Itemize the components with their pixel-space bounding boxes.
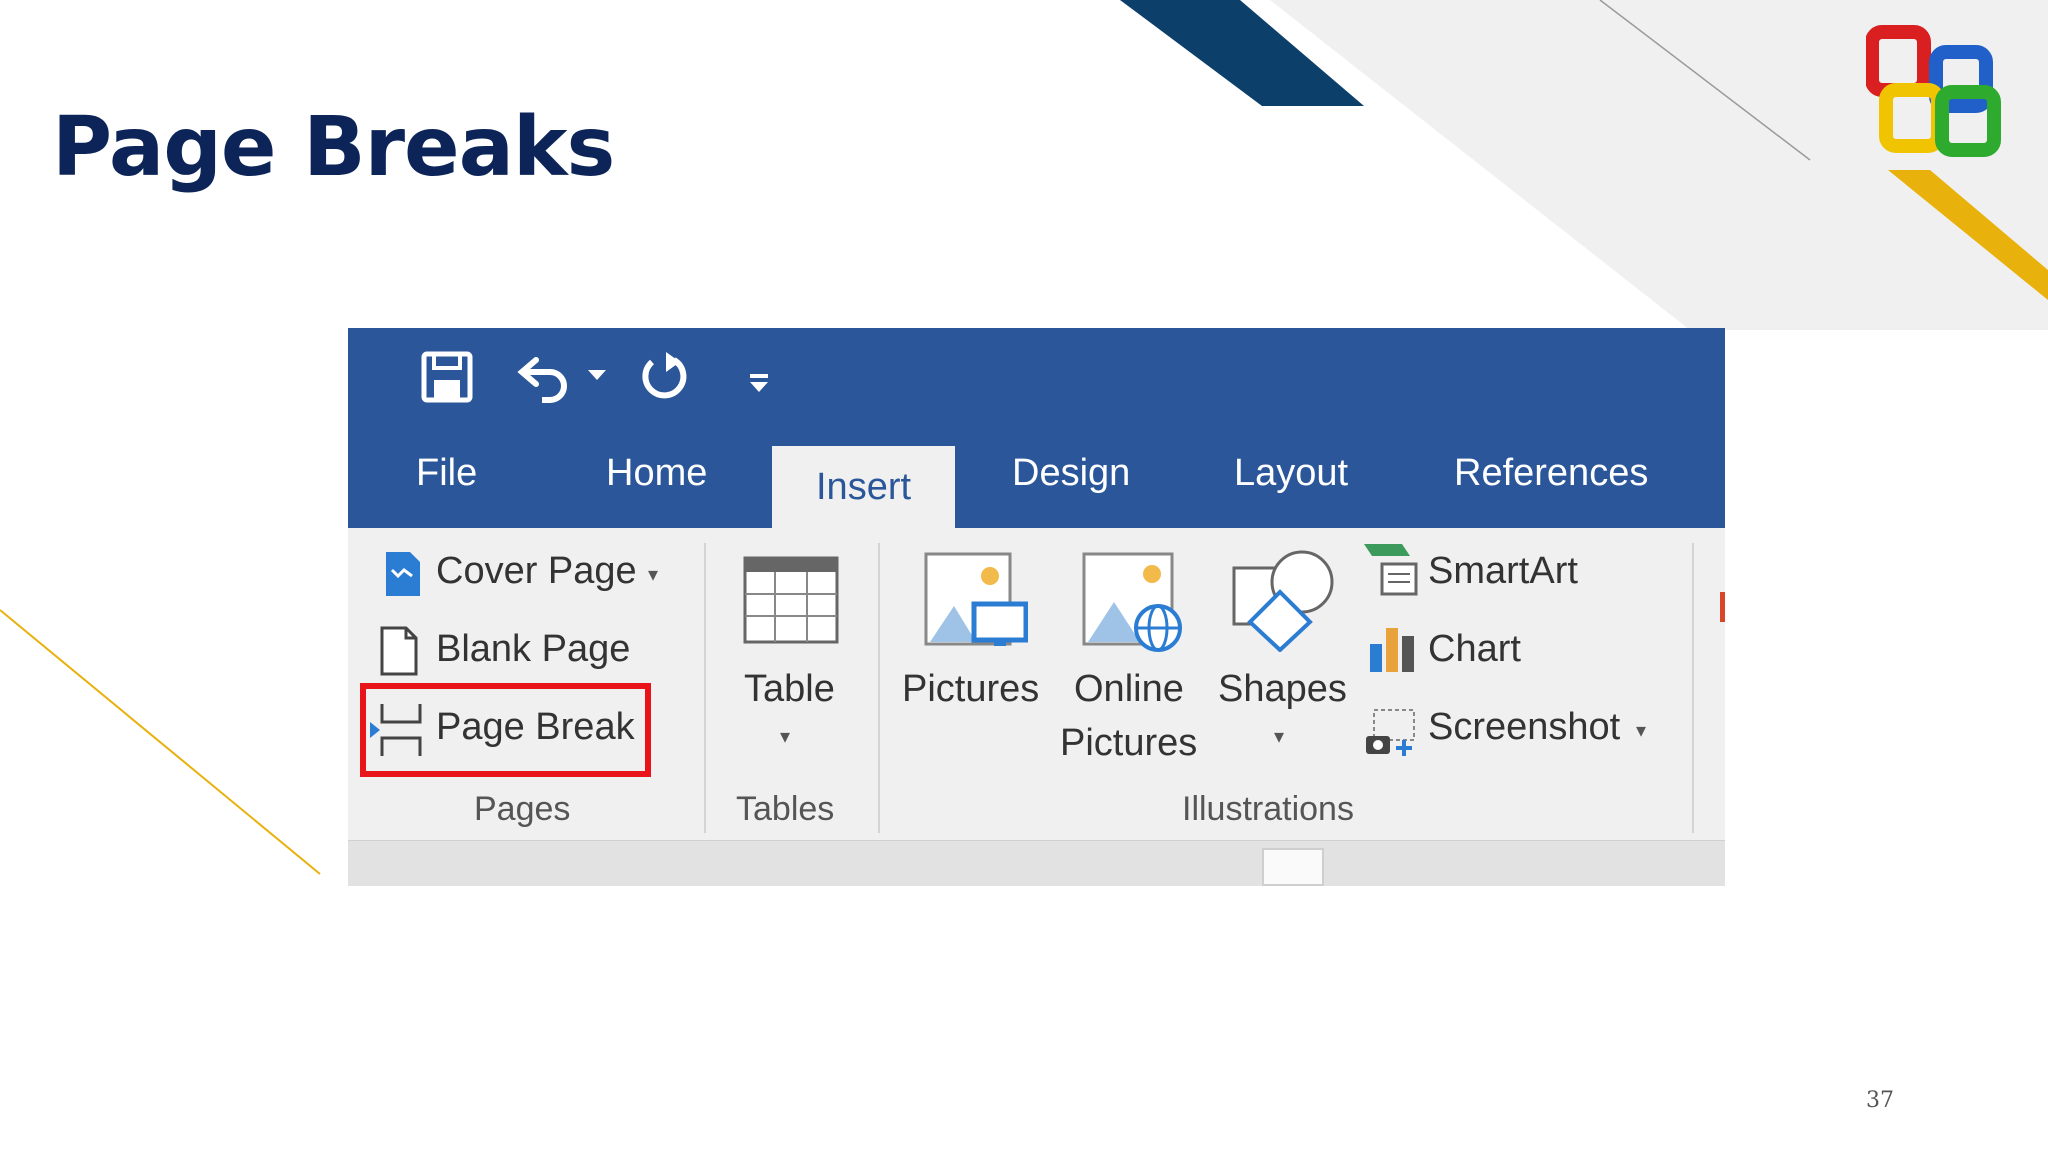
redo-icon[interactable] (636, 350, 688, 404)
group-label-tables: Tables (736, 790, 835, 828)
word-ribbon-screenshot: File Home Insert Design Layout Reference… (348, 328, 1725, 886)
group-label-illustrations: Illustrations (1182, 790, 1354, 828)
cover-page-dropdown-icon[interactable]: ▾ (648, 562, 658, 587)
cover-page-button[interactable]: Cover Page (436, 550, 637, 593)
tab-references[interactable]: References (1454, 452, 1648, 495)
shapes-button[interactable]: Shapes (1218, 668, 1347, 711)
screenshot-dropdown-icon[interactable]: ▾ (1636, 718, 1646, 743)
pictures-icon (924, 552, 1028, 646)
pictures-button[interactable]: Pictures (902, 668, 1039, 711)
group-separator (878, 543, 880, 833)
table-dropdown-icon[interactable]: ▾ (780, 724, 790, 749)
office-logo-icon (1866, 25, 2001, 157)
online-pictures-button-line2[interactable]: Pictures (1060, 722, 1197, 765)
smartart-icon (1364, 544, 1418, 596)
customize-qat-icon[interactable] (748, 372, 770, 396)
chart-button[interactable]: Chart (1428, 628, 1521, 671)
ribbon-footer (348, 840, 1725, 886)
group-separator (1692, 543, 1694, 833)
shapes-icon (1232, 550, 1334, 652)
tab-layout[interactable]: Layout (1234, 452, 1348, 495)
online-pictures-button[interactable]: Online (1074, 668, 1184, 711)
tab-home[interactable]: Home (606, 452, 707, 495)
next-group-icon-partial (1720, 592, 1725, 622)
smartart-button[interactable]: SmartArt (1428, 550, 1578, 593)
shapes-dropdown-icon[interactable]: ▾ (1274, 724, 1284, 749)
table-icon (743, 556, 839, 644)
screenshot-icon (1366, 709, 1415, 756)
chart-icon (1370, 628, 1414, 672)
online-pictures-icon (1082, 552, 1182, 652)
ribbon-collapse-handle[interactable] (1262, 848, 1324, 886)
table-button[interactable]: Table (744, 668, 835, 711)
group-label-pages: Pages (474, 790, 571, 828)
cover-page-icon (386, 552, 420, 596)
tab-design[interactable]: Design (1012, 452, 1130, 495)
save-icon[interactable] (420, 350, 474, 404)
tab-insert[interactable]: Insert (772, 446, 956, 528)
blank-page-icon (380, 626, 418, 676)
group-separator (704, 543, 706, 833)
screenshot-button[interactable]: Screenshot (1428, 706, 1620, 749)
undo-dropdown-icon[interactable] (588, 370, 606, 382)
page-number: 37 (1866, 1088, 1894, 1113)
page-break-highlight (360, 683, 651, 777)
tab-file[interactable]: File (416, 452, 477, 495)
slide-title: Page Breaks (52, 100, 615, 195)
undo-icon[interactable] (516, 350, 574, 404)
blank-page-button[interactable]: Blank Page (436, 628, 630, 671)
